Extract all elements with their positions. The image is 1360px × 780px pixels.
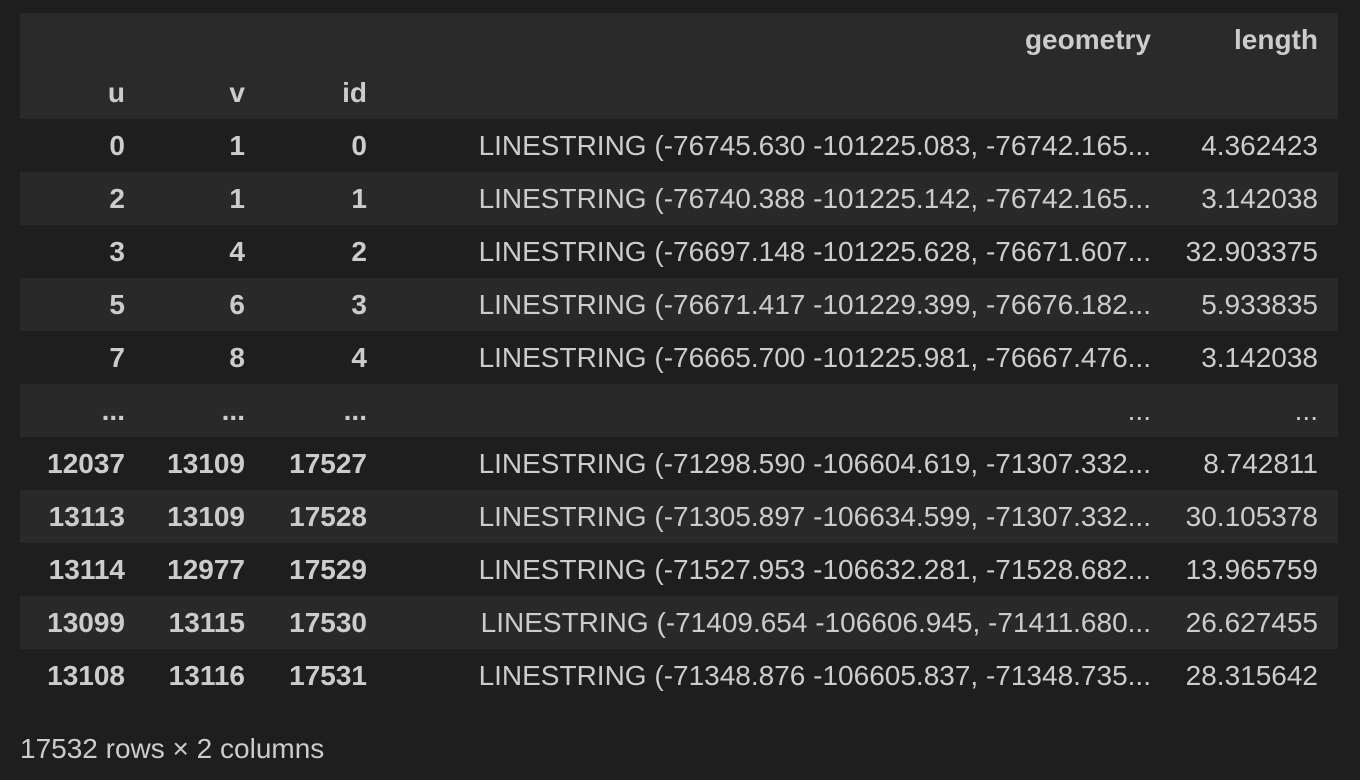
cell-id: 17531	[289, 659, 367, 691]
cell-geometry: LINESTRING (-76740.388 -101225.142, -767…	[478, 182, 1151, 214]
table-row: 13113 13109 17528 LINESTRING (-71305.897 -1…	[20, 490, 1338, 543]
cell-geometry: LINESTRING (-71298.590 -106604.619, -713…	[478, 447, 1151, 479]
cell-u: 13099	[47, 606, 125, 638]
cell-v: ...	[221, 394, 245, 426]
cell-u: 0	[109, 129, 125, 161]
cell-length: 3.142038	[1201, 182, 1318, 214]
cell-geometry: LINESTRING (-71305.897 -106634.599, -713…	[478, 500, 1151, 532]
cell-length: 3.142038	[1201, 341, 1318, 373]
cell-geometry: LINESTRING (-71348.876 -106605.837, -713…	[478, 659, 1151, 691]
cell-id: 0	[351, 129, 367, 161]
table-row: 13108 13116 17531 LINESTRING (-71348.876 -1…	[20, 649, 1338, 702]
table-row: 3 4 2 LINESTRING (-76697.148 -101225.628, -…	[20, 225, 1338, 278]
cell-v: 1	[229, 129, 245, 161]
cell-v: 4	[229, 235, 245, 267]
cell-v: 8	[229, 341, 245, 373]
header-row-index-names: u v id	[20, 66, 1338, 119]
column-header-geometry: geometry	[1024, 23, 1151, 55]
table-row: ...............	[20, 384, 1338, 437]
cell-v: 12977	[167, 553, 245, 585]
header-blank	[387, 66, 1171, 119]
cell-geometry: LINESTRING (-71409.654 -106606.945, -714…	[480, 606, 1151, 638]
cell-u: 13113	[48, 500, 125, 532]
cell-length: 30.105378	[1185, 500, 1318, 532]
cell-v: 13109	[167, 447, 245, 479]
cell-geometry: LINESTRING (-76671.417 -101229.399, -766…	[478, 288, 1151, 320]
cell-geometry: LINESTRING (-76697.148 -101225.628, -766…	[478, 235, 1151, 267]
cell-v: 1	[229, 182, 245, 214]
column-header-length: length	[1234, 23, 1318, 55]
cell-length: 13.965759	[1185, 553, 1318, 585]
cell-length: ...	[1294, 394, 1318, 426]
index-name-v: v	[229, 76, 245, 108]
cell-geometry: LINESTRING (-76745.630 -101225.083, -767…	[478, 129, 1151, 161]
table-row: 0 1 0 LINESTRING (-76745.630 -101225.083, -…	[20, 119, 1338, 172]
cell-u: 13108	[47, 659, 125, 691]
cell-u: ...	[101, 394, 125, 426]
header-blank	[1171, 66, 1338, 119]
header-blank	[265, 13, 387, 66]
table-row: 5 6 3 LINESTRING (-76671.417 -101229.399, -…	[20, 278, 1338, 331]
cell-id: 17527	[289, 447, 367, 479]
cell-length: 32.903375	[1185, 235, 1318, 267]
dataframe-table: geometry length u v id 0 1 0 LINESTRING (-7…	[20, 13, 1338, 702]
cell-id: 17528	[289, 500, 367, 532]
cell-length: 26.627455	[1185, 606, 1318, 638]
cell-u: 12037	[47, 447, 125, 479]
cell-u: 2	[109, 182, 125, 214]
cell-geometry: LINESTRING (-71527.953 -106632.281, -715…	[478, 553, 1151, 585]
cell-id: 2	[351, 235, 367, 267]
header-blank	[145, 13, 265, 66]
cell-geometry: ...	[1127, 394, 1151, 426]
dataframe-shape-summary: 17532 rows × 2 columns	[20, 733, 325, 764]
table-row: 12037 13109 17527 LINESTRING (-71298.590 -1…	[20, 437, 1338, 490]
cell-id: 17529	[289, 553, 367, 585]
cell-id: 3	[351, 288, 367, 320]
cell-id: 4	[351, 341, 367, 373]
cell-id: 17530	[289, 606, 367, 638]
cell-u: 3	[109, 235, 125, 267]
header-blank	[20, 13, 145, 66]
cell-v: 13109	[167, 500, 245, 532]
table-header: geometry length u v id	[20, 13, 1338, 119]
table-row: 2 1 1 LINESTRING (-76740.388 -101225.142, -…	[20, 172, 1338, 225]
index-name-u: u	[107, 76, 125, 108]
index-name-id: id	[342, 76, 367, 108]
table-row: 13114 12977 17529 LINESTRING (-71527.953 -1…	[20, 543, 1338, 596]
table-body: 0 1 0 LINESTRING (-76745.630 -101225.083, -…	[20, 119, 1338, 702]
cell-length: 5.933835	[1201, 288, 1318, 320]
table-row: 13099 13115 17530 LINESTRING (-71409.654 -1…	[20, 596, 1338, 649]
table-row: 7 8 4 LINESTRING (-76665.700 -101225.981, -…	[20, 331, 1338, 384]
cell-v: 6	[229, 288, 245, 320]
header-row-columns: geometry length	[20, 13, 1338, 66]
cell-length: 4.362423	[1201, 129, 1318, 161]
cell-v: 13116	[168, 659, 245, 691]
cell-length: 8.742811	[1203, 447, 1318, 479]
cell-u: 5	[109, 288, 125, 320]
cell-u: 13114	[48, 553, 125, 585]
dataframe-output: geometry length u v id 0 1 0 LINESTRING (-7…	[20, 13, 1338, 702]
cell-geometry: LINESTRING (-76665.700 -101225.981, -766…	[478, 341, 1151, 373]
cell-v: 13115	[168, 606, 245, 638]
cell-id: ...	[343, 394, 367, 426]
cell-length: 28.315642	[1185, 659, 1318, 691]
cell-u: 7	[109, 341, 125, 373]
cell-id: 1	[351, 182, 367, 214]
